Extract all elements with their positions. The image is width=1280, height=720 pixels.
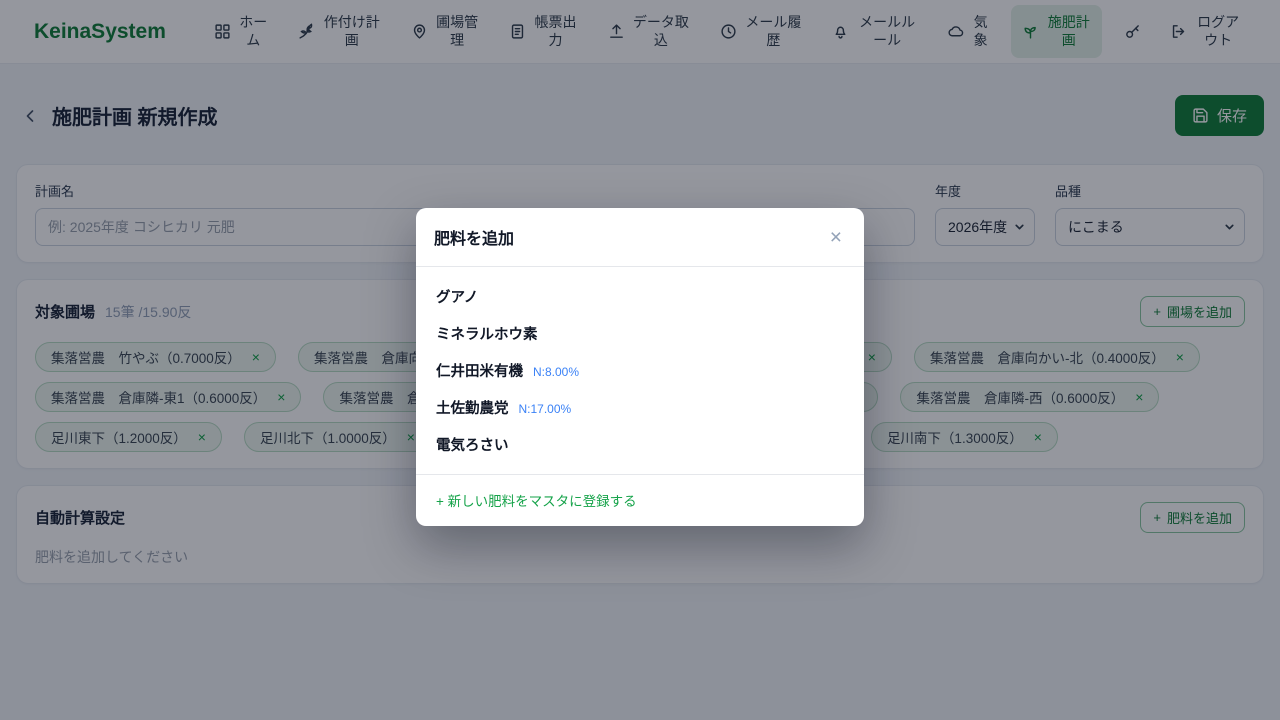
modal-title: 肥料を追加 — [434, 225, 514, 249]
close-icon[interactable]: × — [826, 227, 846, 248]
fertilizer-list: グアノ ミネラルホウ素 仁井田米有機 N:8.00% 土佐勤農党 N:17.00… — [416, 267, 864, 474]
fertilizer-n-value: N:8.00% — [533, 365, 579, 379]
fertilizer-list-item[interactable]: 土佐勤農党 N:17.00% — [416, 389, 864, 426]
fertilizer-name: 仁井田米有機 — [436, 360, 523, 381]
modal-footer: + 新しい肥料をマスタに登録する — [416, 474, 864, 526]
fertilizer-list-item[interactable]: ミネラルホウ素 — [416, 315, 864, 352]
fertilizer-name: 電気ろさい — [436, 434, 509, 455]
fertilizer-list-item[interactable]: 仁井田米有機 N:8.00% — [416, 352, 864, 389]
fertilizer-n-value: N:17.00% — [519, 402, 572, 416]
fertilizer-name: ミネラルホウ素 — [436, 323, 538, 344]
add-fertilizer-modal: 肥料を追加 × グアノ ミネラルホウ素 仁井田米有機 N:8.00% 土佐勤農党… — [416, 208, 864, 526]
fertilizer-list-item[interactable]: グアノ — [416, 278, 864, 315]
fertilizer-name: グアノ — [436, 286, 478, 307]
register-new-fertilizer-link[interactable]: + 新しい肥料をマスタに登録する — [436, 494, 637, 509]
fertilizer-name: 土佐勤農党 — [436, 397, 509, 418]
fertilizer-list-item[interactable]: 電気ろさい — [416, 426, 864, 463]
